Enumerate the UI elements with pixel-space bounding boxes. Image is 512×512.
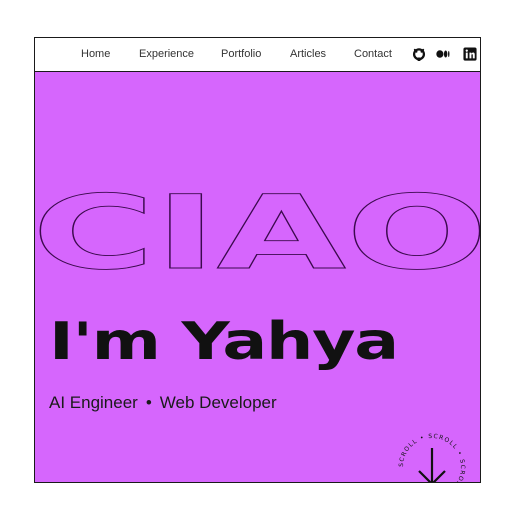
- linkedin-icon[interactable]: [463, 47, 477, 61]
- nav-link-portfolio[interactable]: Portfolio: [221, 48, 261, 60]
- role-separator: •: [145, 393, 152, 412]
- ciao-outline-text: CIAO: [35, 185, 480, 285]
- nav-link-articles[interactable]: Articles: [290, 48, 326, 60]
- browser-viewport: Home Experience Portfolio Articles Conta…: [34, 37, 481, 483]
- nav-link-home[interactable]: Home: [81, 48, 110, 60]
- role-ai-engineer: AI Engineer: [49, 393, 138, 412]
- ciao-outline-heading: CIAO: [35, 185, 480, 285]
- medium-icon[interactable]: [436, 47, 450, 61]
- hero-roles: AI Engineer • Web Developer: [49, 393, 277, 413]
- hero-headline: I'm Yahya: [49, 312, 399, 372]
- arrow-down-icon: [418, 448, 446, 482]
- top-navbar: Home Experience Portfolio Articles Conta…: [35, 38, 480, 72]
- nav-link-contact[interactable]: Contact: [354, 48, 392, 60]
- scroll-down-badge[interactable]: SCROLL • SCROLL • SCROLL • SCROLL •: [393, 428, 471, 483]
- nav-link-experience[interactable]: Experience: [139, 48, 194, 60]
- hero-section: CIAO I'm Yahya AI Engineer • Web Developer…: [35, 72, 480, 482]
- github-icon[interactable]: [412, 47, 426, 61]
- role-web-developer: Web Developer: [159, 393, 277, 412]
